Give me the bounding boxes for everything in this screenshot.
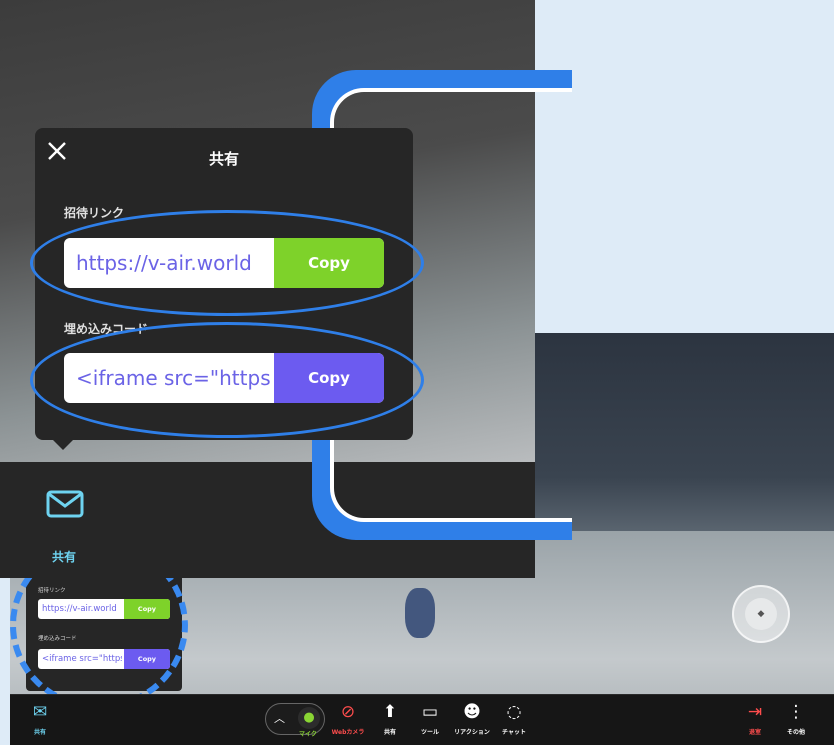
toolbar-share-button[interactable]: ✉ 共有 — [20, 701, 60, 736]
exit-button[interactable]: ⇥ 退室 — [735, 701, 775, 736]
dpad-icon: ◆ — [745, 598, 777, 630]
chat-button[interactable]: ◌ チャット — [494, 701, 534, 736]
zoom-share-label: 共有 — [52, 550, 77, 564]
tools-button[interactable]: ▭ ツール — [410, 701, 450, 736]
mic-label-wrap: マイク — [288, 725, 328, 738]
exit-label: 退室 — [748, 729, 761, 736]
popup-tail — [53, 440, 73, 450]
highlight-oval-embed — [30, 322, 424, 438]
tools-label: ツール — [420, 729, 439, 736]
mail-icon[interactable] — [46, 490, 84, 518]
toolbar-share-label: 共有 — [33, 729, 46, 736]
camera-off-icon: ⊘ — [340, 702, 356, 722]
more-vertical-icon: ⋮ — [787, 702, 805, 722]
bottom-toolbar: ✉ 共有 ︿ ● マイク ⊘ Webカメラ ⬆ 共有 ▭ ツール ☻ リアクショ… — [10, 694, 834, 745]
screen-share-button[interactable]: ⬆ 共有 — [370, 701, 410, 736]
reaction-label: リアクション — [454, 729, 490, 736]
zoom-popup-title: 共有 — [208, 150, 239, 168]
chat-label: チャット — [502, 729, 526, 736]
webcam-button[interactable]: ⊘ Webカメラ — [328, 701, 368, 736]
highlight-oval-invite — [30, 210, 424, 316]
more-button[interactable]: ⋮ その他 — [776, 701, 816, 736]
avatar-figure — [405, 588, 435, 638]
mic-label: マイク — [299, 731, 317, 738]
screen-share-label: 共有 — [383, 729, 396, 736]
chevron-up-icon[interactable]: ︿ — [274, 710, 285, 726]
mail-icon: ✉ — [32, 702, 48, 722]
more-label: その他 — [786, 729, 805, 736]
webcam-label: Webカメラ — [331, 729, 365, 736]
share-screen-icon: ⬆ — [382, 702, 398, 722]
exit-icon: ⇥ — [747, 702, 763, 722]
zoomed-view: 共有 共有 招待リンク https://v-air.world Copy 埋め込… — [0, 0, 572, 578]
smile-icon: ☻ — [463, 702, 481, 722]
joystick[interactable]: ◆ — [732, 585, 790, 643]
reaction-button[interactable]: ☻ リアクション — [452, 701, 492, 736]
toolbox-icon: ▭ — [421, 702, 439, 722]
chat-icon: ◌ — [506, 702, 522, 722]
